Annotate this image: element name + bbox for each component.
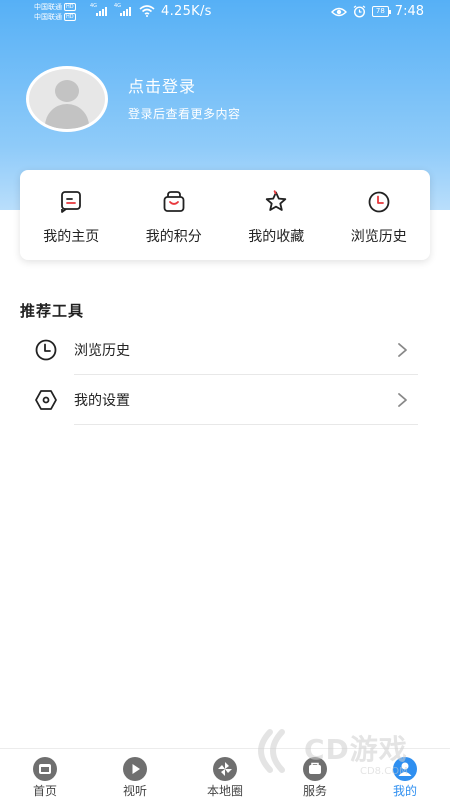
tool-row-history[interactable]: 浏览历史: [20, 325, 418, 375]
watermark: CD游戏 CD8.COM: [242, 724, 442, 784]
home-icon: [33, 757, 57, 781]
tools-section-title: 推荐工具: [20, 302, 85, 320]
quick-actions-card: 我的主页 我的积分 我的收藏 浏览历史: [20, 170, 430, 260]
tool-label-history: 浏览历史: [74, 343, 130, 359]
quick-item-points[interactable]: 我的积分: [123, 170, 226, 260]
status-time: 7:48: [394, 4, 424, 19]
quick-item-history[interactable]: 浏览历史: [328, 170, 431, 260]
avatar[interactable]: [26, 66, 108, 132]
signal-icon: [96, 6, 107, 16]
eye-icon: [330, 7, 347, 16]
play-icon: [123, 757, 147, 781]
nav-label-home: 首页: [32, 784, 57, 798]
watermark-logo-icon: [258, 729, 285, 773]
carrier-1: 中国联通: [34, 3, 62, 11]
nav-label-service: 服务: [302, 784, 327, 798]
login-subtitle: 登录后查看更多内容: [128, 107, 241, 121]
star-icon: [266, 190, 287, 211]
chevron-right-icon: [398, 393, 407, 407]
pinwheel-icon: [213, 757, 237, 781]
net-speed: 4.25K/s: [161, 4, 212, 19]
tool-label-settings: 我的设置: [74, 393, 130, 409]
quick-item-homepage[interactable]: 我的主页: [20, 170, 123, 260]
signal-icon-2: [120, 6, 131, 16]
carrier-info: 中国联通 HD 中国联通 HD: [34, 2, 76, 22]
nav-label-mine: 我的: [392, 784, 417, 798]
wifi-icon: [139, 5, 155, 17]
shopping-bag-icon: [163, 191, 185, 212]
homepage-icon: [61, 191, 82, 213]
quick-item-favorites[interactable]: 我的收藏: [225, 170, 328, 260]
quick-label-homepage: 我的主页: [43, 229, 100, 245]
hd-badge: HD: [64, 3, 76, 11]
alarm-icon: [353, 5, 366, 18]
nav-label-local: 本地圈: [206, 784, 243, 798]
clock-icon: [368, 191, 390, 213]
quick-label-points: 我的积分: [145, 229, 202, 245]
tool-row-settings[interactable]: 我的设置: [20, 375, 418, 425]
settings-hexagon-icon: [35, 390, 57, 410]
watermark-sub: CD8.COM: [360, 766, 408, 777]
watermark-text: CD游戏: [304, 733, 408, 766]
nav-item-video[interactable]: 视听: [90, 749, 180, 801]
battery-icon: 78: [371, 6, 391, 17]
login-title[interactable]: 点击登录: [128, 73, 196, 97]
nav-label-video: 视听: [122, 784, 147, 798]
divider: [74, 424, 418, 425]
carrier-2: 中国联通: [34, 13, 62, 21]
hd-badge-2: HD: [64, 13, 76, 21]
status-bar: 中国联通 HD 中国联通 HD 4G 4G 4.25K/s 78 7:48: [0, 0, 450, 26]
nav-item-home[interactable]: 首页: [0, 749, 90, 801]
quick-label-favorites: 我的收藏: [248, 229, 305, 245]
quick-label-history: 浏览历史: [350, 229, 407, 245]
clock-icon: [35, 339, 57, 361]
chevron-right-icon: [398, 343, 407, 357]
